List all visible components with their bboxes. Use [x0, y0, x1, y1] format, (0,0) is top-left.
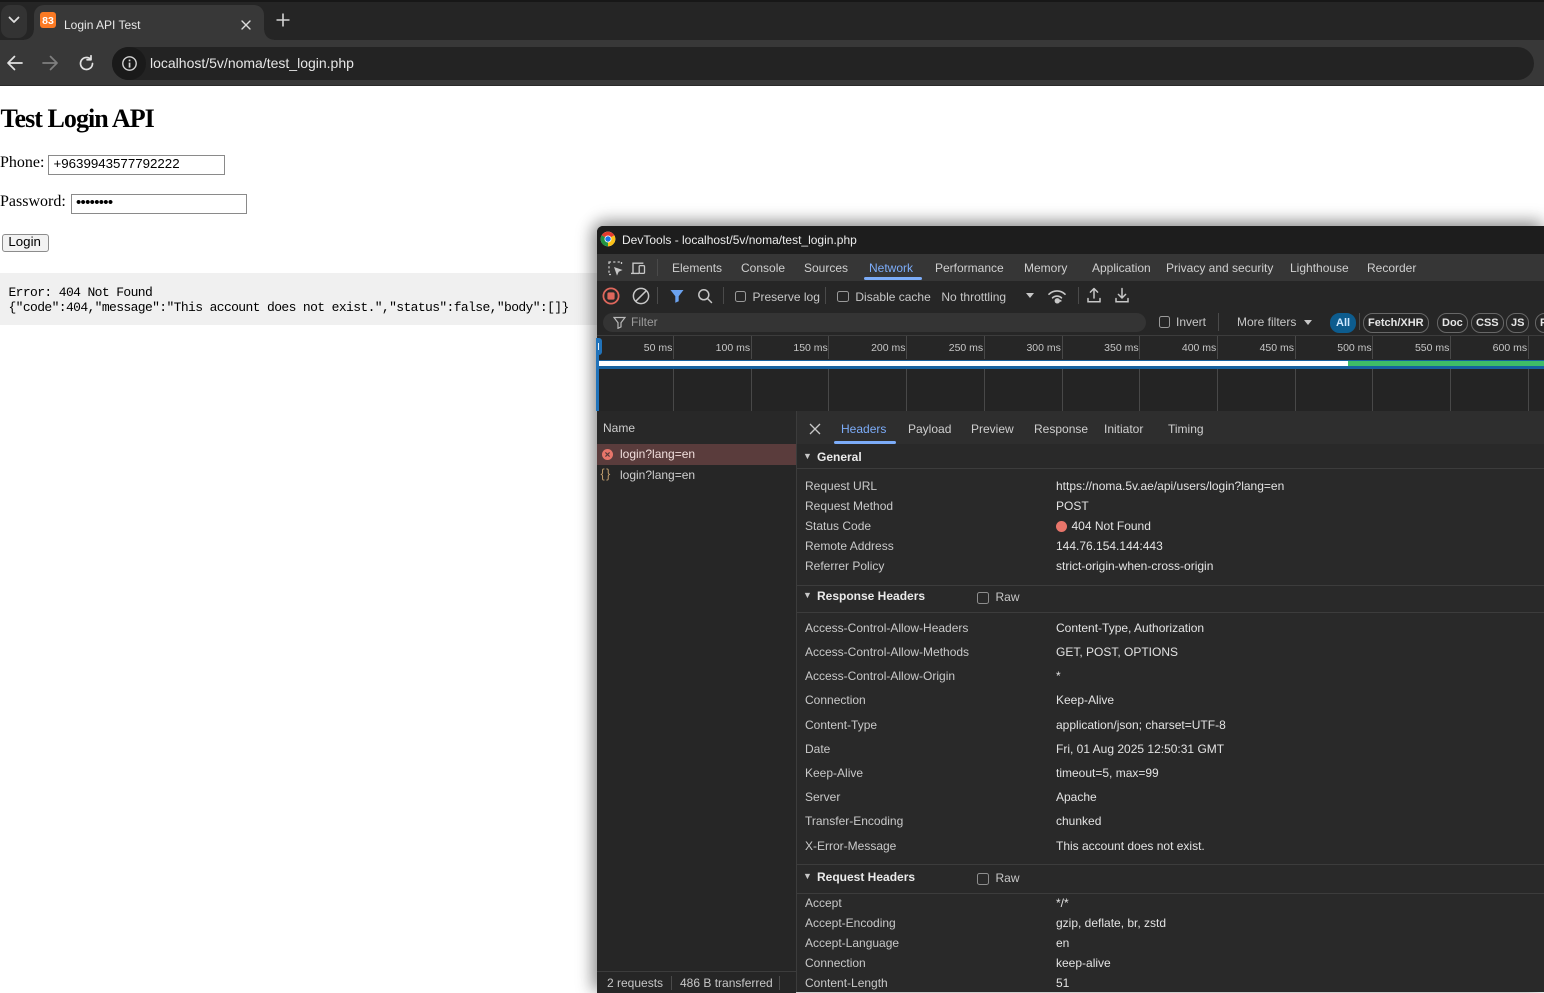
svg-text:83: 83: [42, 15, 54, 27]
